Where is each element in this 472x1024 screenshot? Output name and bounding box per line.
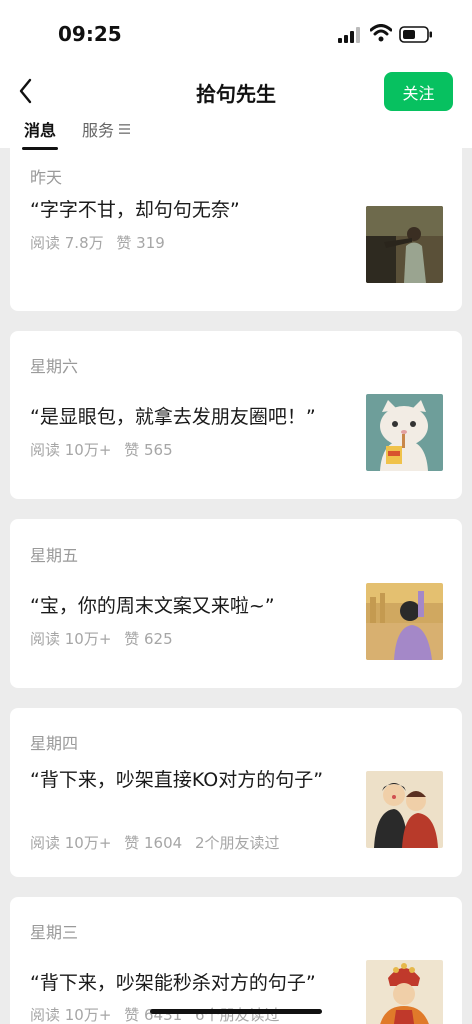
article-date: 星期五 xyxy=(30,546,79,565)
tab-services-label: 服务 xyxy=(82,121,115,140)
monk-illustration-icon xyxy=(366,960,443,1024)
header-area: 09:25 拾句先生 关注 消息 服务 xyxy=(0,0,472,150)
article-thumbnail[interactable] xyxy=(366,394,443,471)
article-thumbnail[interactable] xyxy=(366,206,443,283)
article-card[interactable]: 昨天 “字字不甘，却句句无奈” 阅读 7.8万 赞 319 xyxy=(10,128,462,311)
article-stats: 阅读 7.8万 赞 319 xyxy=(30,232,173,253)
wifi-icon xyxy=(370,24,392,42)
girl-illustration-icon xyxy=(366,583,443,660)
like-count: 赞 625 xyxy=(124,630,173,648)
article-card[interactable]: 星期六 “是显眼包，就拿去发朋友圈吧！” 阅读 10万+ 赞 565 xyxy=(10,331,462,499)
like-count: 赞 565 xyxy=(124,441,173,459)
article-title[interactable]: “宝，你的周末文案又来啦~” xyxy=(30,592,340,620)
like-count: 赞 1604 xyxy=(124,834,183,852)
read-count: 阅读 7.8万 xyxy=(30,234,104,252)
article-stats: 阅读 10万+ 赞 565 xyxy=(30,439,181,460)
status-bar: 09:25 xyxy=(0,0,472,64)
home-indicator xyxy=(150,1009,322,1014)
article-date: 星期三 xyxy=(30,923,79,942)
article-date: 星期四 xyxy=(30,734,79,753)
tab-messages[interactable]: 消息 xyxy=(21,117,59,150)
read-count: 阅读 10万+ xyxy=(30,630,112,648)
article-stats: 阅读 10万+ 赞 1604 2个朋友读过 xyxy=(30,832,288,853)
article-date: 昨天 xyxy=(30,168,63,187)
read-count: 阅读 10万+ xyxy=(30,834,112,852)
read-count: 阅读 10万+ xyxy=(30,1006,112,1024)
article-title[interactable]: “背下来，吵架直接KO对方的句子” xyxy=(30,766,340,794)
article-card[interactable]: 星期五 “宝，你的周末文案又来啦~” 阅读 10万+ 赞 625 xyxy=(10,519,462,688)
article-stats: 阅读 10万+ 赞 6431 6个朋友读过 xyxy=(30,1004,288,1024)
menu-icon xyxy=(119,124,131,134)
tab-bar: 消息 服务 xyxy=(0,114,472,150)
signal-icon xyxy=(338,27,360,43)
article-thumbnail[interactable] xyxy=(366,771,443,848)
article-thumbnail[interactable] xyxy=(366,960,443,1024)
battery-icon xyxy=(399,26,432,43)
article-title[interactable]: “背下来，吵架能秒杀对方的句子” xyxy=(30,969,340,997)
article-title[interactable]: “是显眼包，就拿去发朋友圈吧！” xyxy=(30,403,340,431)
status-time: 09:25 xyxy=(58,22,122,46)
photo-thumbnail-icon xyxy=(366,206,443,283)
article-date: 星期六 xyxy=(30,357,79,376)
article-thumbnail[interactable] xyxy=(366,583,443,660)
cat-illustration-icon xyxy=(366,394,443,471)
follow-button[interactable]: 关注 xyxy=(384,72,453,111)
article-card[interactable]: 星期四 “背下来，吵架直接KO对方的句子” 阅读 10万+ 赞 1604 2个朋… xyxy=(10,708,462,877)
article-stats: 阅读 10万+ 赞 625 xyxy=(30,628,181,649)
article-card[interactable]: 星期三 “背下来，吵架能秒杀对方的句子” 阅读 10万+ 赞 6431 6个朋友… xyxy=(10,897,462,1024)
friends-read: 2个朋友读过 xyxy=(194,834,280,852)
read-count: 阅读 10万+ xyxy=(30,441,112,459)
article-title[interactable]: “字字不甘，却句句无奈” xyxy=(30,196,340,224)
nav-bar: 拾句先生 关注 xyxy=(0,64,472,120)
like-count: 赞 319 xyxy=(116,234,165,252)
tab-services[interactable]: 服务 xyxy=(82,117,131,141)
couple-illustration-icon xyxy=(366,771,443,848)
